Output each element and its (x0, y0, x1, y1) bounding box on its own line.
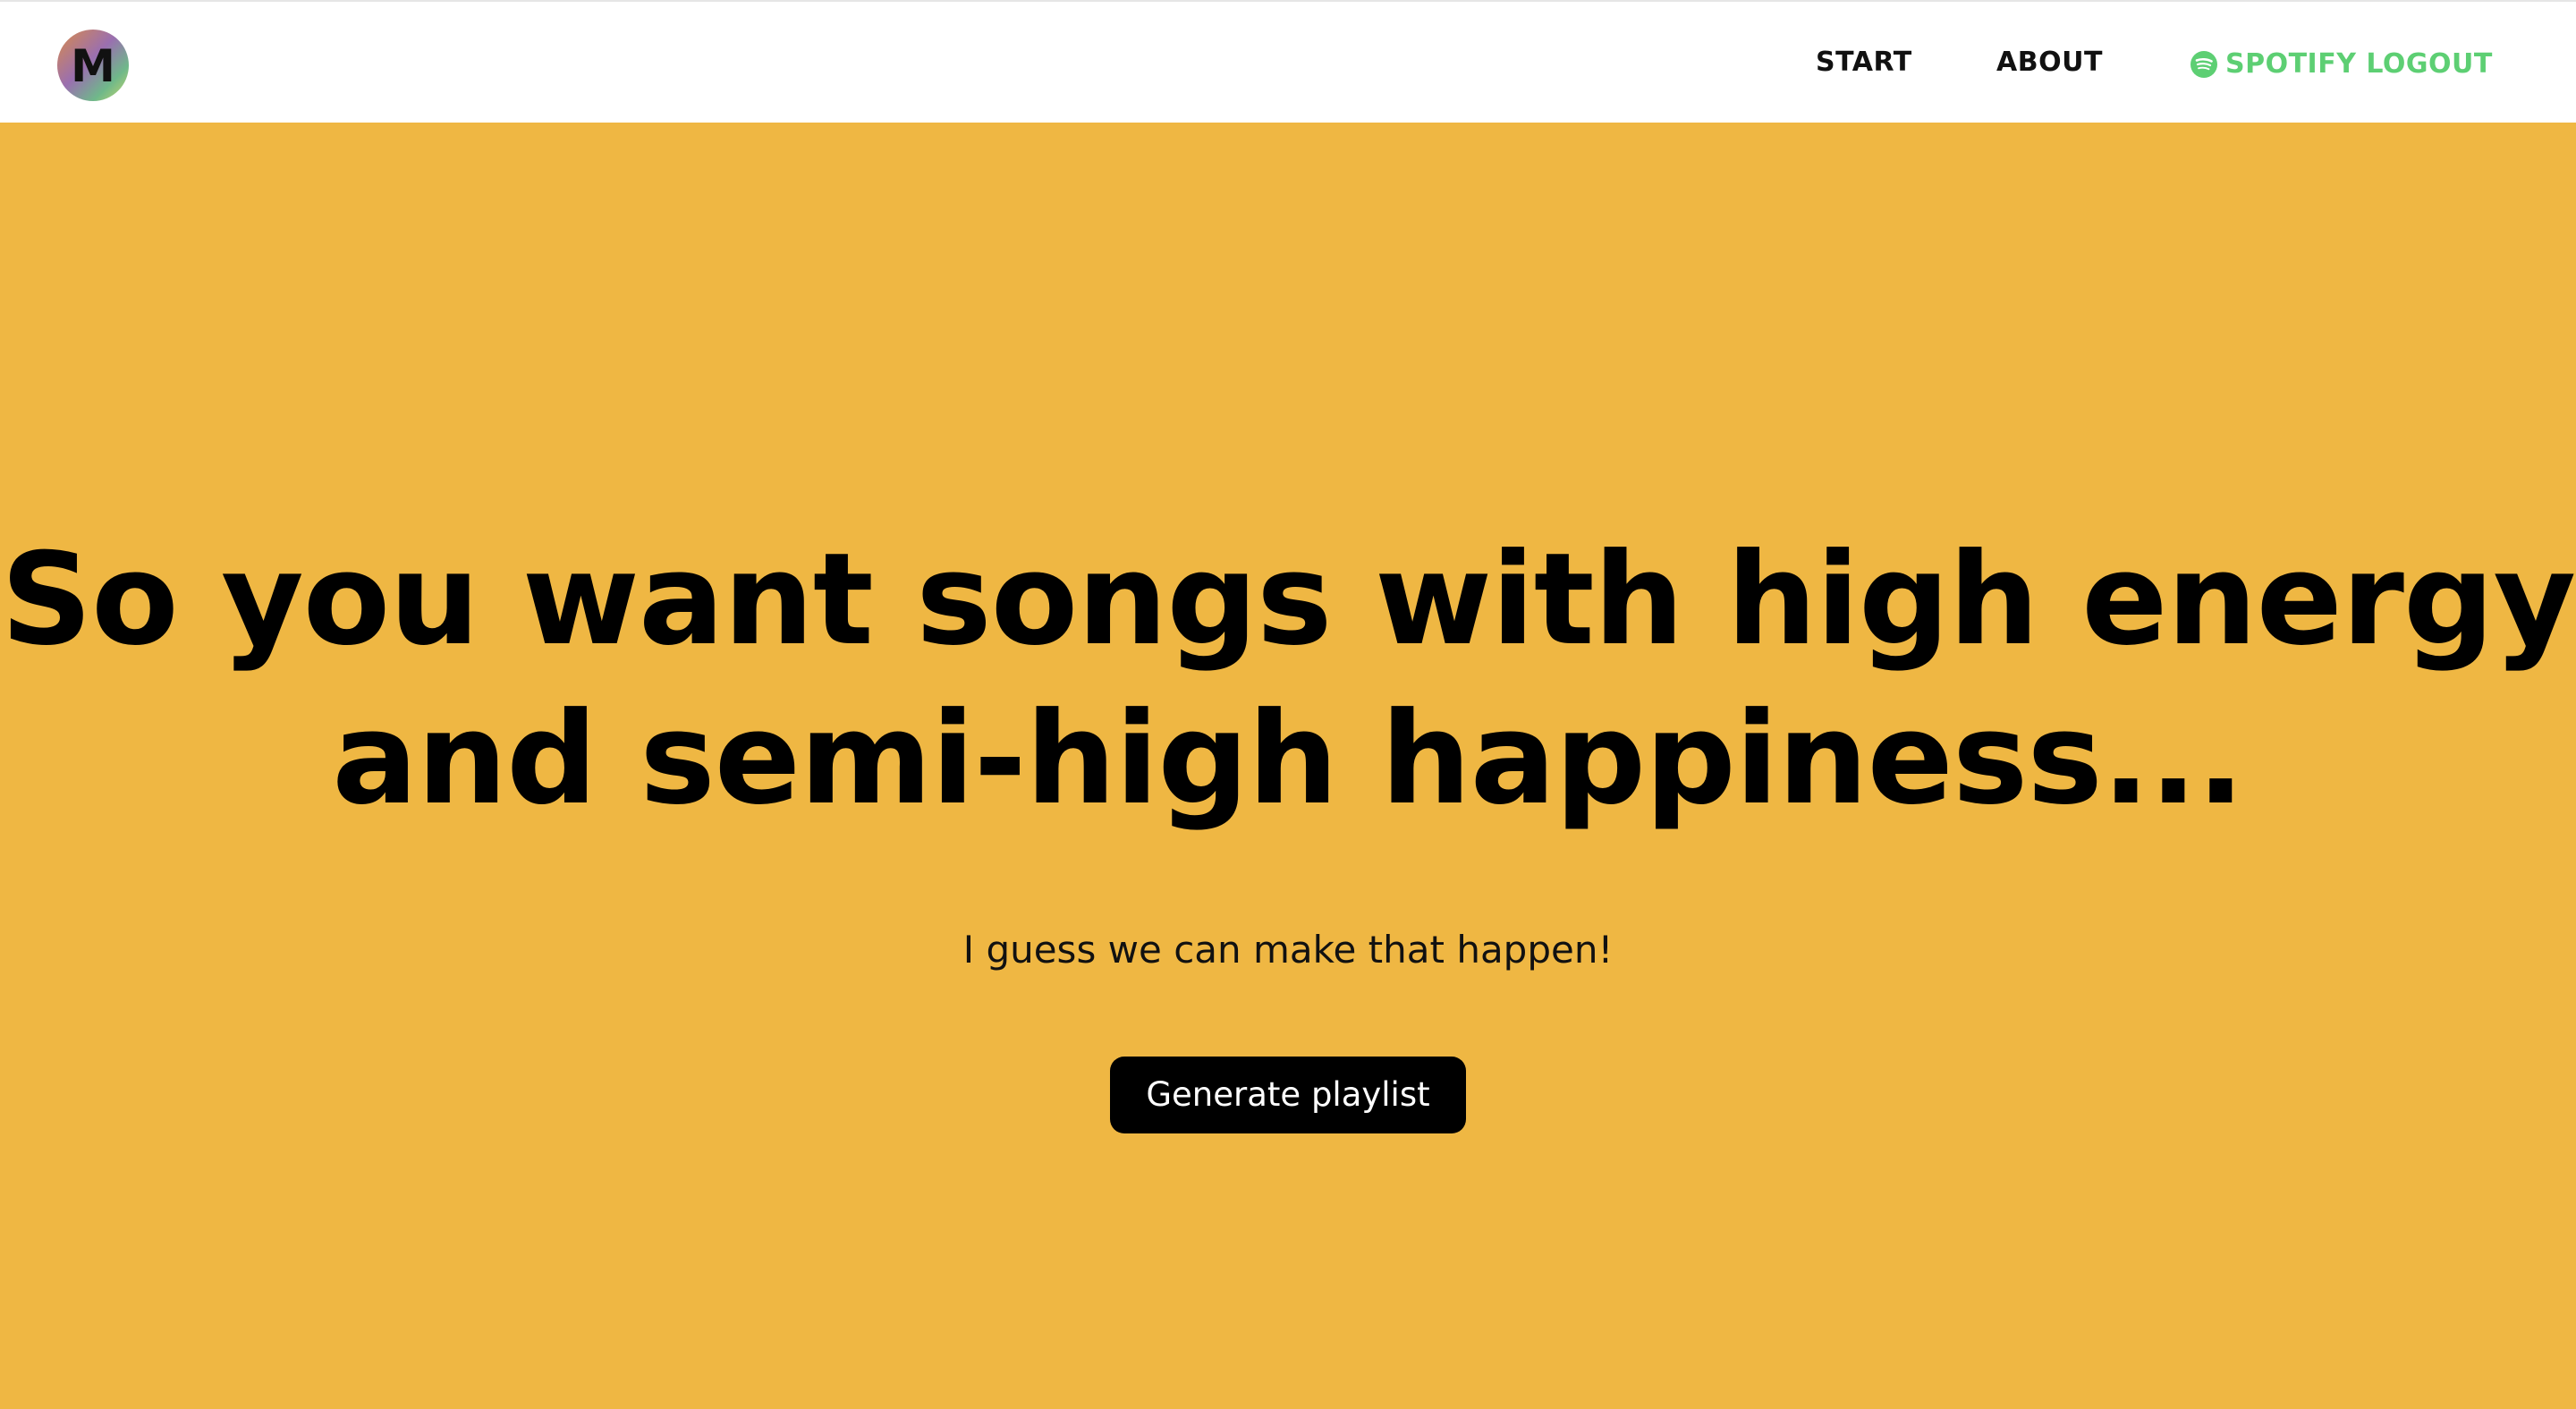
nav-about-link[interactable]: ABOUT (1996, 45, 2103, 81)
app-logo[interactable]: M (57, 30, 129, 101)
spotify-icon (2190, 51, 2217, 78)
nav-start-link[interactable]: START (1816, 45, 1912, 81)
spotify-logout-link[interactable]: SPOTIFY LOGOUT (2190, 47, 2493, 82)
generate-playlist-button[interactable]: Generate playlist (1110, 1057, 1466, 1133)
top-navbar: M START ABOUT SPOTIFY LOGOUT (0, 0, 2576, 123)
logo-letter: M (71, 40, 115, 92)
page: M START ABOUT SPOTIFY LOGOUT So you want… (0, 0, 2576, 1409)
hero-title: So you want songs with high energy and s… (0, 526, 2576, 833)
spotify-logout-label: SPOTIFY LOGOUT (2225, 48, 2493, 80)
hero-subtitle: I guess we can make that happen! (962, 928, 1614, 972)
